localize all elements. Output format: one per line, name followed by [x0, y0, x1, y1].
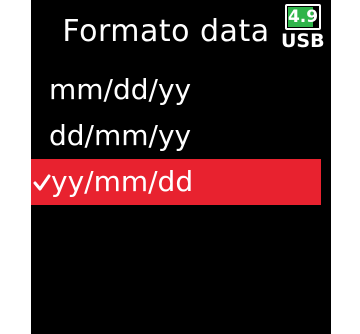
device-screen: Formato data 4.9 USB mm/dd/yy dd/mm/yy y… — [31, 0, 331, 334]
menu-item-label: mm/dd/yy — [49, 73, 192, 106]
power-source-label: USB — [281, 30, 325, 52]
menu-item-mm-dd-yy[interactable]: mm/dd/yy — [31, 67, 331, 113]
battery-indicator: 4.9 USB — [281, 4, 325, 60]
battery-voltage: 4.9 — [287, 7, 319, 27]
menu-item-dd-mm-yy[interactable]: dd/mm/yy — [31, 113, 331, 159]
menu-item-label: yy/mm/dd — [51, 165, 194, 198]
page-title: Formato data — [62, 14, 270, 49]
battery-level-box: 4.9 — [285, 4, 321, 30]
menu-item-yy-mm-dd[interactable]: yy/mm/dd — [31, 159, 321, 205]
check-icon — [33, 174, 51, 191]
menu-item-label: dd/mm/yy — [49, 119, 192, 152]
date-format-menu: mm/dd/yy dd/mm/yy yy/mm/dd — [31, 67, 331, 205]
